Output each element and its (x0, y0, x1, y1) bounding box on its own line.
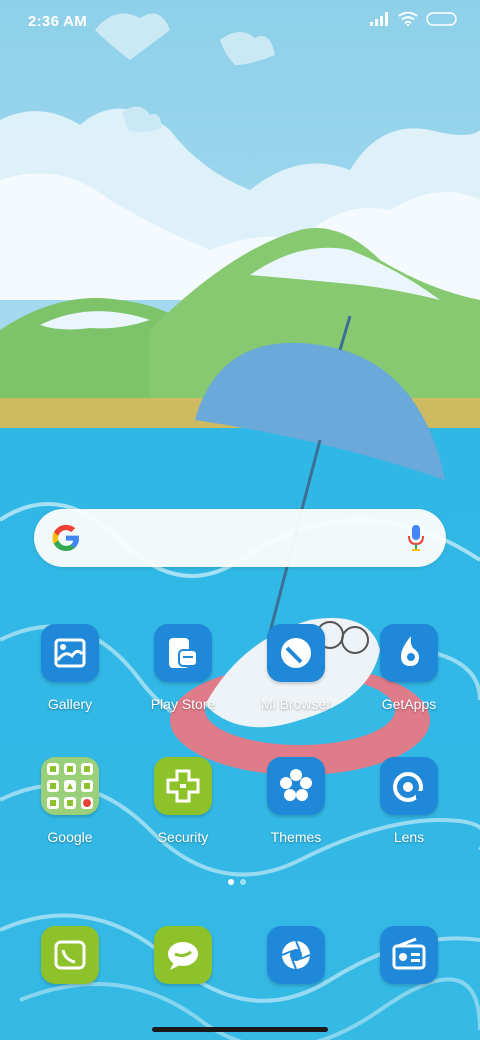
page-dot-active (228, 879, 234, 885)
app-label: Security (157, 829, 209, 845)
getapps-icon (380, 624, 438, 682)
signal-icon (370, 12, 388, 26)
dock-camera[interactable] (241, 926, 351, 984)
google-search-bar[interactable] (34, 509, 446, 567)
microphone-icon[interactable] (406, 524, 426, 552)
page-indicator (228, 879, 246, 885)
app-label: Play Store (150, 696, 216, 712)
dock-radio[interactable] (354, 926, 464, 984)
google-folder-icon (41, 757, 99, 815)
battery-icon (426, 12, 457, 26)
status-icons (370, 12, 458, 26)
browser-icon (267, 624, 325, 682)
messages-icon (154, 926, 212, 984)
app-label: Lens (393, 829, 425, 845)
app-security[interactable]: Security (128, 757, 238, 845)
themes-icon (267, 757, 325, 815)
app-play-store[interactable]: Play Store (128, 624, 238, 712)
wifi-icon (398, 12, 418, 26)
gallery-icon (41, 624, 99, 682)
radio-icon (380, 926, 438, 984)
app-label: Mi Browser (260, 696, 331, 712)
app-label: Gallery (47, 696, 93, 712)
app-lens[interactable]: Lens (354, 757, 464, 845)
app-gallery[interactable]: Gallery (15, 624, 125, 712)
security-icon (154, 757, 212, 815)
phone-icon (41, 926, 99, 984)
home-gesture-bar[interactable] (152, 1027, 328, 1032)
app-label: Google (47, 829, 93, 845)
camera-icon (267, 926, 325, 984)
app-mi-browser[interactable]: Mi Browser (241, 624, 351, 712)
status-bar: 2:36 AM (0, 0, 480, 44)
play-store-icon (154, 624, 212, 682)
lens-icon (380, 757, 438, 815)
dock-phone[interactable] (15, 926, 125, 984)
google-g-icon (52, 524, 79, 551)
app-themes[interactable]: Themes (241, 757, 351, 845)
page-dot (240, 879, 246, 885)
app-label: Themes (270, 829, 322, 845)
status-time: 2:36 AM (28, 13, 88, 30)
app-getapps[interactable]: GetApps (354, 624, 464, 712)
dock-messages[interactable] (128, 926, 238, 984)
app-google-folder[interactable]: Google (15, 757, 125, 845)
app-label: GetApps (381, 696, 437, 712)
